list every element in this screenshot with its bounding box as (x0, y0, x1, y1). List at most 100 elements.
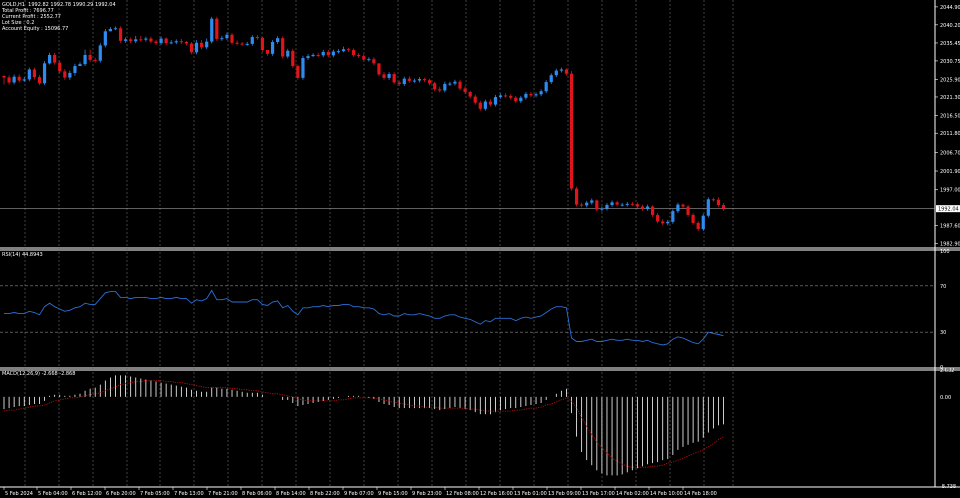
price-tick-label: 2035.45 (940, 41, 960, 47)
rsi-tick-label: 100 (940, 249, 950, 255)
candle-body (686, 206, 690, 215)
candle-body (200, 42, 204, 48)
candle-body (301, 58, 305, 78)
candle-body (590, 200, 594, 203)
price-tick-label: 2016.50 (940, 113, 960, 119)
candle-body (139, 39, 143, 41)
candle-body (488, 101, 493, 105)
candle-body (610, 202, 614, 206)
candle-body (255, 37, 259, 39)
candle-body (625, 203, 629, 205)
candle-body (27, 69, 31, 80)
candle-body (276, 38, 280, 42)
candle-body (311, 54, 315, 57)
candle-body (544, 82, 548, 92)
candle-body (468, 92, 472, 97)
candle-body (164, 38, 168, 44)
candle-body (519, 97, 523, 102)
candle-body (372, 59, 376, 64)
price-tick-label: 2006.70 (940, 151, 960, 157)
candle-body (321, 51, 325, 56)
candle-body (666, 221, 670, 224)
candle-body (159, 38, 163, 44)
candle-body (357, 54, 361, 57)
candle-body (564, 69, 569, 74)
candle-body (58, 62, 62, 72)
candle-body (124, 39, 128, 41)
macd-tick-label: -8.738 (940, 484, 956, 490)
candle-body (22, 79, 26, 81)
candle-body (397, 82, 401, 84)
candle-body (250, 37, 254, 44)
candle-body (422, 79, 427, 81)
time-tick-label: 7 Feb 05:00 (140, 491, 170, 497)
candle-body (189, 43, 194, 53)
candle-body (605, 205, 609, 209)
time-tick-label: 13 Feb 01:00 (514, 491, 547, 497)
candle-body (650, 206, 655, 215)
candle-body (559, 69, 563, 71)
candle-body (671, 211, 675, 222)
candle-body (407, 78, 411, 81)
candle-body (711, 199, 715, 201)
time-tick-label: 14 Feb 02:00 (616, 491, 649, 497)
candle-body (534, 94, 538, 96)
candle-body (78, 64, 82, 67)
candle-body (220, 38, 224, 40)
candle-body (7, 77, 11, 83)
candle-body (701, 215, 705, 230)
candle-body (706, 199, 710, 216)
candle-body (37, 77, 42, 84)
candle-body (377, 63, 381, 75)
candle-body (428, 80, 432, 84)
price-tick-label: 2040.20 (940, 23, 960, 29)
time-tick-label: 9 Feb 07:00 (344, 491, 374, 497)
candle-body (443, 83, 447, 91)
candle-body (205, 41, 209, 48)
candle-body (392, 74, 396, 83)
candle-body (149, 38, 153, 42)
price-tick-label: 2025.90 (940, 77, 960, 83)
candle-body (265, 50, 270, 54)
candle-body (438, 89, 442, 91)
candle-body (118, 28, 123, 41)
time-tick-label: 9 Feb 23:00 (412, 491, 442, 497)
candle-body (53, 54, 57, 63)
candle-body (32, 69, 37, 78)
rsi-tick-label: 30 (940, 330, 946, 336)
candle-body (331, 51, 335, 56)
rsi-tick-label: 70 (940, 284, 946, 290)
price-tick-label: 2044.90 (940, 5, 960, 11)
price-tick-label: 2001.90 (940, 169, 960, 175)
candle-body (296, 66, 300, 78)
candle-body (615, 202, 619, 205)
candle-body (585, 202, 589, 206)
candle-body (68, 72, 72, 78)
time-tick-label: 8 Feb 06:00 (242, 491, 272, 497)
candle-body (73, 66, 77, 73)
candle-body (367, 59, 371, 61)
candle-body (17, 76, 21, 81)
candle-body (640, 206, 645, 209)
macd-tick-label: 2.632 (940, 368, 954, 374)
candle-body (225, 34, 229, 39)
candle-body (387, 74, 391, 78)
time-tick-label: 9 Feb 15:00 (378, 491, 408, 497)
candle-body (240, 43, 244, 45)
candle-body (12, 76, 16, 83)
account-equity-label: Account Equity : 15096.77 (2, 26, 69, 32)
candle-body (458, 81, 462, 89)
price-tick-label: 1982.90 (940, 242, 960, 248)
candle-body (2, 75, 6, 78)
candle-body (230, 34, 234, 43)
candle-body (362, 56, 366, 60)
candle-body (93, 59, 97, 61)
time-tick-label: 5 Feb 04:00 (38, 491, 68, 497)
candle-body (382, 74, 386, 78)
candle-body (134, 39, 138, 42)
candle-body (554, 70, 558, 76)
candle-body (433, 83, 437, 90)
candle-body (473, 96, 477, 103)
candle-body (412, 80, 417, 82)
candle-body (600, 208, 604, 210)
